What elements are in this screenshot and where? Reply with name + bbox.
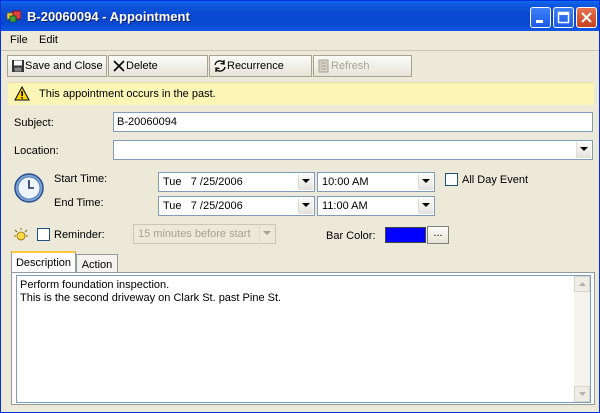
- reminder-value: 15 minutes before start: [138, 228, 251, 240]
- close-icon: [581, 12, 592, 23]
- maximize-button[interactable]: [553, 7, 574, 28]
- floppy-disk-icon: [12, 60, 24, 72]
- scroll-up-button[interactable]: [574, 276, 590, 292]
- warning-icon: [14, 86, 30, 101]
- delete-button[interactable]: Delete: [108, 55, 208, 77]
- start-date-dropdown-button[interactable]: [298, 174, 313, 190]
- end-date-value: Tue 7 /25/2006: [163, 200, 243, 212]
- tab-description[interactable]: Description: [11, 251, 76, 273]
- appointment-app-icon: [7, 10, 21, 22]
- chevron-down-icon: [302, 203, 310, 207]
- bar-color-label: Bar Color:: [326, 230, 376, 242]
- recurrence-label: Recurrence: [227, 60, 284, 72]
- bar-color-swatch[interactable]: [385, 227, 426, 243]
- refresh-button[interactable]: Refresh: [313, 55, 412, 77]
- location-label: Location:: [14, 145, 59, 157]
- reminder-bell-icon: [14, 228, 28, 241]
- appointment-window: B-20060094 - Appointment File Edit Save …: [0, 0, 600, 413]
- window-title: B-20060094 - Appointment: [27, 9, 190, 24]
- chevron-down-icon: [263, 231, 271, 235]
- reminder-label: Reminder:: [54, 229, 105, 241]
- start-time-dropdown-button[interactable]: [418, 174, 433, 190]
- maximize-icon: [557, 11, 570, 24]
- banner-message: This appointment occurs in the past.: [39, 88, 216, 100]
- menu-edit[interactable]: Edit: [39, 34, 58, 46]
- start-date-picker[interactable]: Tue 7 /25/2006: [158, 172, 315, 192]
- clock-icon: [14, 173, 44, 203]
- toolbar: Save and Close Delete Recurrence Refresh: [1, 53, 599, 77]
- scroll-up-arrow-icon: [579, 282, 586, 286]
- start-time-label: Start Time:: [54, 173, 108, 185]
- subject-input[interactable]: B-20060094: [113, 112, 593, 132]
- chevron-down-icon: [580, 147, 588, 151]
- description-tab-panel: Perform foundation inspection. This is t…: [11, 272, 595, 405]
- bar-color-picker-button[interactable]: ...: [427, 226, 449, 244]
- description-line: Perform foundation inspection.: [20, 279, 170, 291]
- close-button[interactable]: [576, 7, 597, 28]
- location-dropdown-button[interactable]: [576, 142, 591, 158]
- location-combo[interactable]: [113, 140, 593, 160]
- save-and-close-button[interactable]: Save and Close: [7, 55, 107, 77]
- chevron-down-icon: [422, 203, 430, 207]
- chevron-down-icon: [302, 179, 310, 183]
- description-scrollbar[interactable]: [574, 276, 590, 402]
- refresh-page-icon: [318, 59, 329, 73]
- minimize-icon: [536, 20, 543, 23]
- all-day-event-label: All Day Event: [462, 174, 529, 186]
- recurrence-arrows-icon: [214, 60, 226, 72]
- end-time-value: 11:00 AM: [322, 200, 368, 212]
- save-and-close-label: Save and Close: [25, 60, 103, 72]
- reminder-checkbox[interactable]: [37, 228, 50, 241]
- past-appointment-banner: This appointment occurs in the past.: [8, 82, 594, 105]
- start-time-combo[interactable]: 10:00 AM: [317, 172, 435, 192]
- recurrence-button[interactable]: Recurrence: [209, 55, 312, 77]
- scroll-down-button[interactable]: [574, 386, 590, 402]
- start-time-value: 10:00 AM: [322, 176, 369, 188]
- chevron-down-icon: [422, 179, 430, 183]
- end-time-dropdown-button[interactable]: [418, 198, 433, 214]
- reminder-combo[interactable]: 15 minutes before start: [133, 224, 276, 244]
- delete-x-icon: [113, 60, 125, 72]
- end-time-combo[interactable]: 11:00 AM: [317, 196, 435, 216]
- start-date-value: Tue 7 /25/2006: [163, 176, 243, 188]
- refresh-label: Refresh: [331, 60, 370, 72]
- delete-label: Delete: [126, 60, 158, 72]
- subject-label: Subject:: [14, 117, 54, 129]
- reminder-dropdown-button[interactable]: [259, 226, 274, 242]
- end-date-dropdown-button[interactable]: [298, 198, 313, 214]
- description-textarea[interactable]: Perform foundation inspection. This is t…: [16, 275, 591, 403]
- end-date-picker[interactable]: Tue 7 /25/2006: [158, 196, 315, 216]
- end-time-label: End Time:: [54, 197, 104, 209]
- tab-action[interactable]: Action: [76, 254, 118, 274]
- minimize-button[interactable]: [530, 7, 551, 28]
- menu-bar: File Edit: [1, 31, 599, 51]
- scroll-down-arrow-icon: [579, 392, 586, 396]
- menu-file[interactable]: File: [10, 34, 28, 46]
- all-day-event-checkbox[interactable]: [445, 173, 458, 186]
- title-bar[interactable]: B-20060094 - Appointment: [1, 1, 599, 31]
- description-line: This is the second driveway on Clark St.…: [20, 292, 282, 304]
